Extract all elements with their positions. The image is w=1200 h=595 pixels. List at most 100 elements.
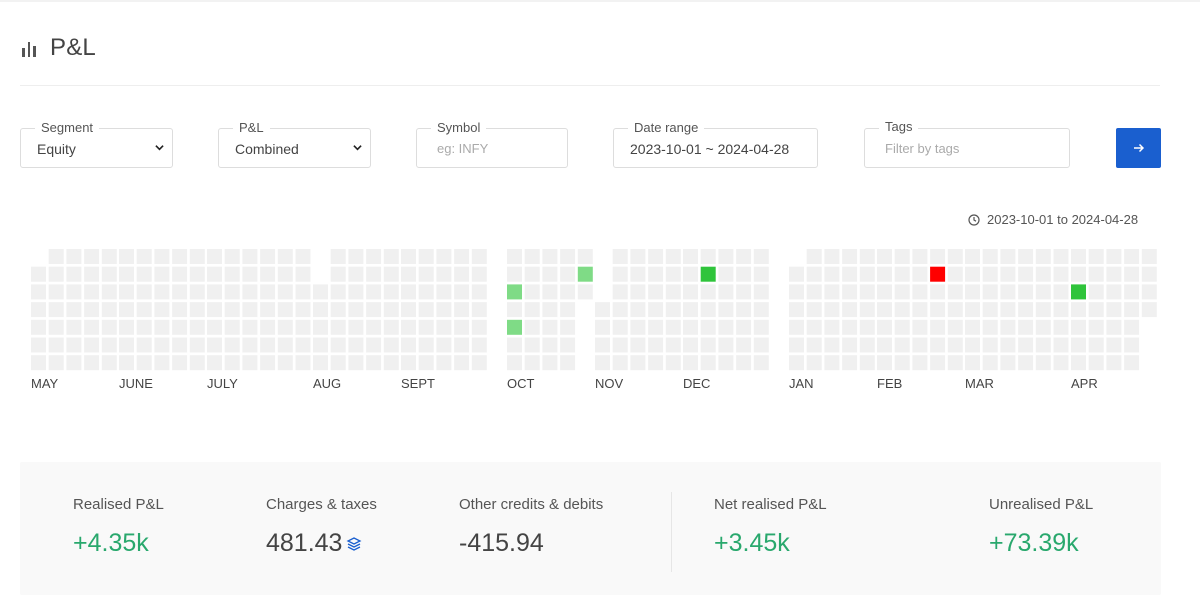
heatmap-cell-active[interactable] (507, 319, 522, 335)
heatmap-cell[interactable] (700, 355, 716, 371)
heatmap-cell[interactable] (947, 249, 963, 264)
heatmap-cell[interactable] (947, 284, 963, 300)
heatmap-cell[interactable] (595, 302, 610, 318)
heatmap-cell[interactable] (277, 337, 293, 353)
heatmap-cell[interactable] (612, 284, 628, 300)
heatmap-cell[interactable] (507, 302, 522, 318)
heatmap-cell[interactable] (912, 266, 928, 282)
heatmap-cell[interactable] (84, 355, 100, 371)
heatmap-cell[interactable] (930, 319, 946, 335)
heatmap-cell[interactable] (665, 266, 681, 282)
heatmap-cell[interactable] (119, 266, 134, 282)
heatmap-cell[interactable] (542, 302, 558, 318)
heatmap-cell[interactable] (277, 249, 293, 264)
heatmap-cell[interactable] (1035, 266, 1051, 282)
heatmap-cell[interactable] (665, 249, 681, 264)
heatmap-cell[interactable] (207, 249, 222, 264)
heatmap-cell[interactable] (154, 355, 170, 371)
heatmap-cell[interactable] (295, 319, 311, 335)
heatmap-cell[interactable] (84, 337, 100, 353)
heatmap-cell[interactable] (330, 249, 346, 264)
heatmap-cell[interactable] (101, 266, 117, 282)
heatmap-cell[interactable] (154, 284, 170, 300)
heatmap-cell[interactable] (136, 266, 152, 282)
heatmap-cell[interactable] (101, 302, 117, 318)
heatmap-cell[interactable] (648, 319, 664, 335)
heatmap-cell[interactable] (947, 266, 963, 282)
heatmap-cell[interactable] (101, 337, 117, 353)
heatmap-cell[interactable] (401, 302, 416, 318)
heatmap-cell[interactable] (224, 337, 240, 353)
heatmap-cell[interactable] (436, 355, 452, 371)
heatmap-cell[interactable] (1071, 319, 1086, 335)
heatmap-cell[interactable] (119, 355, 134, 371)
heatmap-cell[interactable] (912, 302, 928, 318)
symbol-input[interactable]: Symbol eg: INFY (416, 121, 568, 168)
heatmap-cell[interactable] (189, 337, 205, 353)
heatmap-cell[interactable] (295, 266, 311, 282)
heatmap-cell[interactable] (648, 284, 664, 300)
heatmap-cell[interactable] (154, 302, 170, 318)
heatmap-cell[interactable] (277, 284, 293, 300)
heatmap-cell[interactable] (877, 355, 892, 371)
heatmap-cell[interactable] (595, 337, 610, 353)
heatmap-cell[interactable] (172, 266, 188, 282)
heatmap-cell[interactable] (330, 302, 346, 318)
heatmap-cell[interactable] (1018, 249, 1034, 264)
heatmap-cell[interactable] (894, 266, 910, 282)
heatmap-cell[interactable] (894, 284, 910, 300)
heatmap-cell[interactable] (982, 284, 998, 300)
heatmap-cell[interactable] (454, 355, 470, 371)
heatmap-cell[interactable] (718, 284, 734, 300)
heatmap-cell[interactable] (982, 302, 998, 318)
heatmap-cell[interactable] (648, 249, 664, 264)
heatmap-cell-active[interactable] (700, 266, 716, 282)
heatmap-cell[interactable] (524, 337, 540, 353)
heatmap-cell[interactable] (542, 249, 558, 264)
heatmap-cell[interactable] (560, 319, 576, 335)
heatmap-cell[interactable] (560, 355, 576, 371)
heatmap-cell-active[interactable] (930, 266, 946, 282)
heatmap-cell[interactable] (418, 266, 434, 282)
heatmap-cell[interactable] (1088, 249, 1104, 264)
heatmap-cell[interactable] (348, 266, 364, 282)
heatmap-cell[interactable] (859, 337, 875, 353)
heatmap-cell[interactable] (136, 319, 152, 335)
heatmap-cell[interactable] (383, 337, 399, 353)
heatmap-cell[interactable] (84, 302, 100, 318)
heatmap-cell[interactable] (1141, 302, 1157, 318)
heatmap-cell[interactable] (859, 249, 875, 264)
heatmap-cell[interactable] (366, 302, 382, 318)
heatmap-cell[interactable] (436, 284, 452, 300)
heatmap-cell[interactable] (330, 337, 346, 353)
heatmap-cell[interactable] (806, 249, 822, 264)
heatmap-cell[interactable] (965, 337, 980, 353)
heatmap-cell[interactable] (224, 266, 240, 282)
heatmap-cell[interactable] (1071, 266, 1086, 282)
heatmap-cell[interactable] (665, 319, 681, 335)
heatmap-cell[interactable] (877, 284, 892, 300)
heatmap-cell[interactable] (1035, 319, 1051, 335)
heatmap-cell[interactable] (965, 266, 980, 282)
heatmap-cell[interactable] (48, 355, 64, 371)
heatmap-cell[interactable] (348, 337, 364, 353)
heatmap-cell[interactable] (718, 249, 734, 264)
heatmap-cell[interactable] (665, 302, 681, 318)
heatmap-cell[interactable] (101, 249, 117, 264)
heatmap-cell[interactable] (965, 302, 980, 318)
heatmap-cell[interactable] (189, 302, 205, 318)
heatmap-cell[interactable] (912, 284, 928, 300)
heatmap-cell[interactable] (1000, 355, 1016, 371)
heatmap-cell[interactable] (1035, 337, 1051, 353)
heatmap-cell[interactable] (383, 266, 399, 282)
heatmap-cell[interactable] (401, 337, 416, 353)
heatmap-cell[interactable] (1018, 319, 1034, 335)
heatmap-cell[interactable] (366, 266, 382, 282)
heatmap-cell[interactable] (630, 319, 646, 335)
heatmap-cell[interactable] (947, 337, 963, 353)
heatmap-cell[interactable] (665, 337, 681, 353)
heatmap-cell[interactable] (242, 249, 258, 264)
heatmap-cell[interactable] (1088, 284, 1104, 300)
heatmap-cell[interactable] (842, 355, 858, 371)
heatmap-cell[interactable] (242, 319, 258, 335)
